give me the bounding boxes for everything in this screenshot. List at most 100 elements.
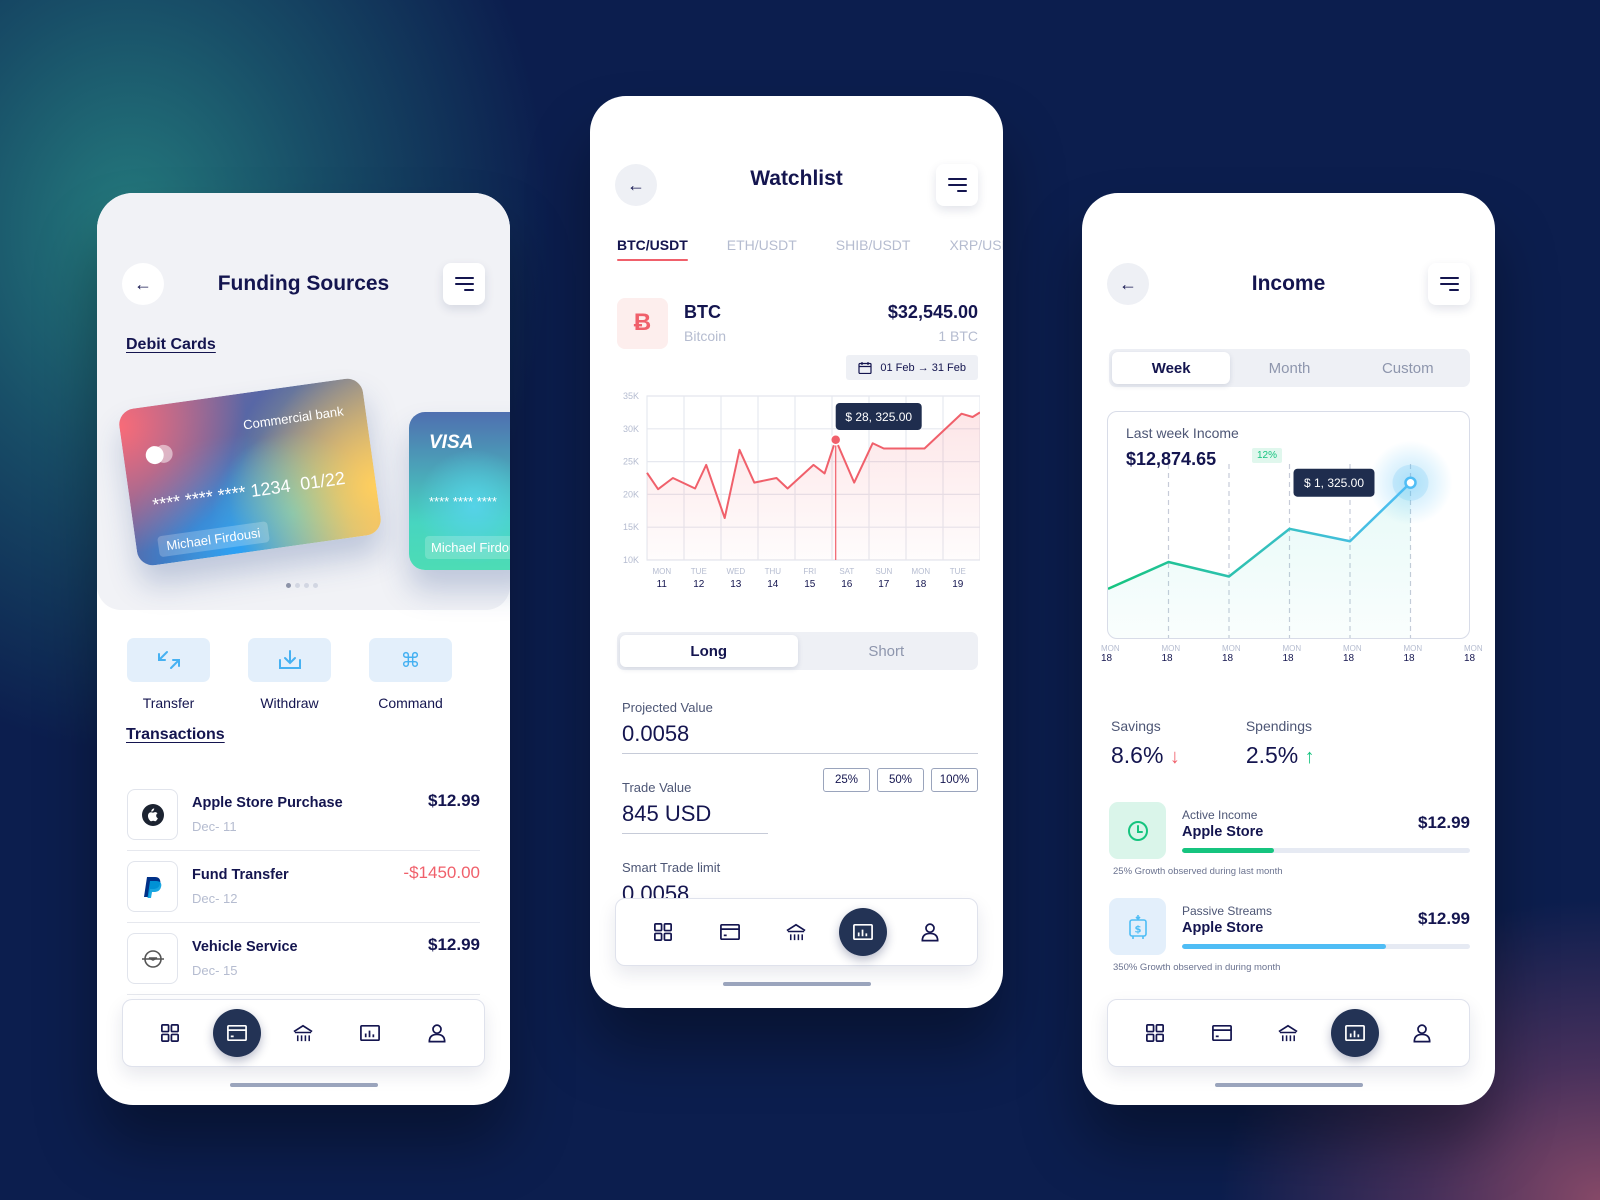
income-total: $12,874.65: [1126, 449, 1217, 469]
transaction-row[interactable]: Fund Transfer Dec- 12 -$1450.00: [127, 851, 480, 923]
y-tick-label: 35K: [623, 391, 639, 401]
command-key-icon: ⌘: [369, 638, 452, 682]
transaction-name: Fund Transfer: [192, 867, 289, 883]
tab-xrp-usdt[interactable]: XRP/USDT: [949, 237, 1003, 261]
x-tick-day: MON: [1464, 644, 1483, 653]
visa-logo-icon: VISA: [429, 432, 474, 453]
nav-dashboard[interactable]: [146, 1009, 194, 1057]
custom-option[interactable]: Custom: [1349, 352, 1467, 384]
x-tick-label: MON 18: [1283, 644, 1302, 665]
bottom-nav: [122, 999, 485, 1067]
x-tick-day: MON: [1282, 644, 1302, 653]
savings-spendings: Savings 8.6% ↓ Spendings 2.5% ↑: [1111, 718, 1315, 769]
income-stream-item[interactable]: Active Income Apple Store $12.99 25% Gro…: [1109, 802, 1470, 877]
page-title: Funding Sources: [217, 272, 390, 295]
menu-button[interactable]: [443, 263, 485, 305]
nav-profile[interactable]: [413, 1009, 461, 1057]
transaction-name: Vehicle Service: [192, 939, 298, 955]
transaction-row[interactable]: Vehicle Service Dec- 15 $12.99: [127, 923, 480, 995]
savings-label: Savings: [1111, 718, 1161, 734]
nav-cards[interactable]: [706, 908, 754, 956]
nav-bank[interactable]: [1264, 1009, 1312, 1057]
pct-100-button[interactable]: 100%: [931, 768, 978, 792]
arrow-up-icon: ↑: [1304, 746, 1315, 768]
date-range-picker[interactable]: 01 Feb → 31 Feb: [846, 355, 978, 380]
nav-cards[interactable]: [1198, 1009, 1246, 1057]
y-tick-label: 15K: [623, 522, 639, 532]
stream-note: 25% Growth observed during last month: [1113, 866, 1283, 877]
pair-tabs: BTC/USDT ETH/USDT SHIB/USDT XRP/USDT: [617, 237, 1003, 261]
money-safe-icon: $: [1109, 898, 1166, 955]
transactions-link[interactable]: Transactions: [126, 726, 225, 744]
coin-name: Bitcoin: [684, 328, 727, 344]
debit-card-visa[interactable]: VISA **** **** **** Michael Firdousi: [409, 412, 510, 570]
nav-bank[interactable]: [279, 1009, 327, 1057]
short-option[interactable]: Short: [798, 635, 976, 667]
arrow-down-icon: ↓: [1169, 746, 1180, 768]
y-tick-label: 25K: [623, 457, 639, 467]
income-chart[interactable]: $ 1, 325.00: [1108, 412, 1470, 639]
y-tick-label: 10K: [623, 555, 639, 565]
transfer-button[interactable]: Transfer: [127, 638, 210, 711]
trade-value-field[interactable]: Trade Value 845 USD: [622, 780, 768, 834]
home-indicator: [722, 982, 871, 986]
bottom-nav: [615, 898, 978, 966]
grid-icon: [654, 923, 673, 941]
projected-value: 0.0058: [622, 721, 978, 754]
x-tick-date: 18: [915, 579, 927, 590]
tab-eth-usdt[interactable]: ETH/USDT: [727, 237, 797, 261]
debit-cards-link[interactable]: Debit Cards: [126, 336, 216, 354]
nav-profile[interactable]: [1398, 1009, 1446, 1057]
download-tray-icon: [248, 638, 331, 682]
btc-price-chart[interactable]: 35K 30K 25K 20K 15K 10K MON 11 TUE 12 WED 13 THU 14 FR…: [610, 386, 980, 596]
card-expiry: 01/22: [298, 467, 347, 495]
menu-button[interactable]: [936, 164, 978, 206]
week-option[interactable]: Week: [1112, 352, 1231, 384]
tab-btc-usdt[interactable]: BTC/USDT: [617, 237, 688, 261]
savings-value: 8.6%: [1111, 742, 1164, 768]
highlight-point: [1404, 476, 1417, 489]
transaction-row[interactable]: Apple Store Purchase Dec- 11 $12.99: [127, 779, 480, 851]
income-x-axis: MON 18 MON 18 MON 18 MON 18 MON 18 MON 18 MON 18: [1101, 644, 1483, 674]
coin-symbol: BTC: [684, 302, 721, 322]
projected-value-field[interactable]: Projected Value 0.0058: [622, 700, 978, 754]
apple-logo-icon: [127, 789, 178, 840]
pct-50-button[interactable]: 50%: [877, 768, 924, 792]
x-tick-date: 18: [1161, 653, 1173, 665]
nav-dashboard[interactable]: [1131, 1009, 1179, 1057]
command-button[interactable]: ⌘ Command: [369, 638, 452, 711]
pct-25-button[interactable]: 25%: [823, 768, 870, 792]
month-option[interactable]: Month: [1230, 352, 1348, 384]
bank-icon: [1278, 1024, 1299, 1042]
savings-stat: Savings 8.6% ↓: [1111, 718, 1180, 769]
menu-button[interactable]: [1428, 263, 1470, 305]
nav-analytics[interactable]: [839, 908, 888, 956]
x-tick-date: 13: [730, 579, 742, 590]
transaction-amount: -$1450.00: [403, 863, 480, 882]
credit-card-icon: [719, 923, 740, 941]
withdraw-button[interactable]: Withdraw: [248, 638, 331, 711]
income-area: [1108, 482, 1411, 638]
tab-shib-usdt[interactable]: SHIB/USDT: [836, 237, 911, 261]
x-tick-date: 16: [841, 579, 853, 590]
x-tick-day: WED: [726, 567, 745, 576]
grid-icon: [1146, 1024, 1165, 1042]
carousel-dots[interactable]: [286, 583, 318, 588]
nav-profile[interactable]: [906, 908, 954, 956]
nav-analytics[interactable]: [346, 1009, 394, 1057]
nav-dashboard[interactable]: [639, 908, 687, 956]
credit-card-icon: [1211, 1024, 1232, 1042]
back-button[interactable]: ←: [122, 263, 164, 305]
nav-bank[interactable]: [772, 908, 820, 956]
nav-cards[interactable]: [212, 1009, 261, 1057]
long-option[interactable]: Long: [620, 635, 798, 667]
back-button[interactable]: ←: [1107, 263, 1149, 305]
transaction-date: Dec- 11: [192, 819, 237, 834]
home-indicator: [1214, 1083, 1363, 1087]
back-button[interactable]: ←: [615, 164, 657, 206]
x-tick-date: 18: [1403, 653, 1415, 665]
income-stream-item[interactable]: $ Passive Streams Apple Store $12.99 350…: [1109, 898, 1470, 973]
nav-analytics[interactable]: [1331, 1009, 1380, 1057]
income-screen: ← Income Week Month Custom $ 1, 325.00 L…: [1082, 193, 1495, 1105]
card-number: **** **** ****: [429, 494, 497, 509]
